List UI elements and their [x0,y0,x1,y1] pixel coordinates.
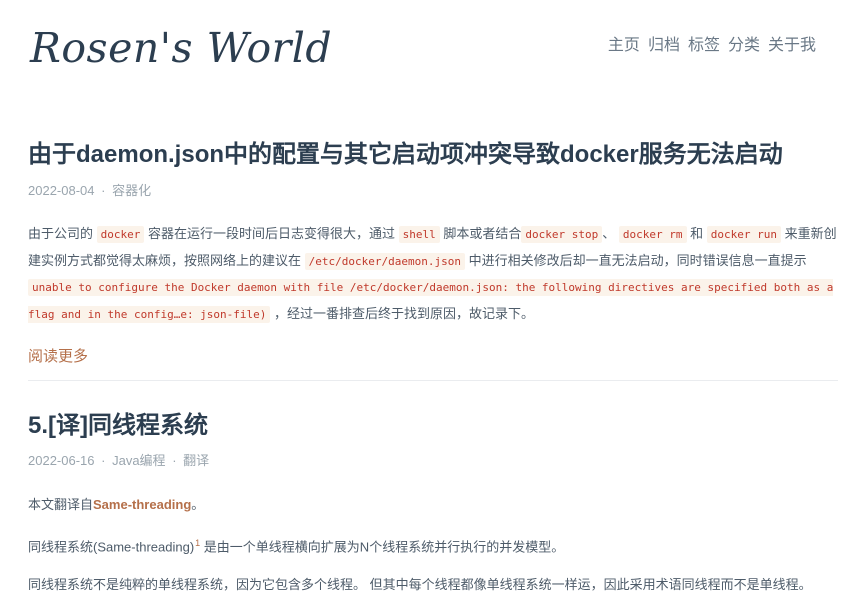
post-excerpt: 由于公司的 docker 容器在运行一段时间后日志变得很大，通过 shell 脚… [28,221,838,327]
post-title[interactable]: 5.[译]同线程系统 [28,409,838,443]
site-header: Rosen's World 主页 归档 标签 分类 关于我 [0,0,866,100]
post-item: 5.[译]同线程系统 2022-06-16 · Java编程 · 翻译 本文翻译… [28,409,838,591]
post-meta: 2022-06-16 · Java编程 · 翻译 [28,452,838,470]
source-link[interactable]: Same-threading [93,497,191,512]
post-item: 由于daemon.json中的配置与其它启动项冲突导致docker服务无法启动 … [28,138,838,366]
inline-code: docker stop [521,226,603,243]
post-divider [28,380,838,381]
paragraph-text: 。 [191,497,205,512]
post-date: 2022-08-04 [28,183,95,198]
nav-home[interactable]: 主页 [608,31,640,55]
inline-code: docker [96,226,145,243]
post-paragraph: 同线程系统(Same-threading)1 是由一个单线程横向扩展为N个线程系… [28,533,838,557]
meta-separator: · [172,453,177,468]
nav-about[interactable]: 关于我 [768,31,816,55]
excerpt-text: 容器在运行一段时间后日志变得很大，通过 [148,226,396,241]
post-paragraph: 同线程系统不是纯粹的单线程系统，因为它包含多个线程。 但其中每个线程都像单线程系… [28,577,812,591]
nav-tags[interactable]: 标签 [688,31,720,55]
site-logo[interactable]: Rosen's World [30,24,332,72]
post-category[interactable]: 容器化 [112,183,151,198]
excerpt-text: 、 [602,226,616,241]
paragraph-text: 是由一个单线程横向扩展为N个线程系统并行执行的并发模型。 [200,539,565,555]
read-more-link[interactable]: 阅读更多 [28,345,88,366]
excerpt-text: 中进行相关修改后却一直无法启动，同时错误信息一直提示 [468,252,807,268]
meta-separator: · [101,183,106,198]
excerpt-text: ，经过一番排查后终于找到原因，故记录下。 [274,305,535,321]
inline-code: shell [398,226,440,243]
inline-code: docker rm [618,226,687,243]
paragraph-text: 本文翻译自 [28,497,94,512]
meta-separator: · [101,453,106,468]
inline-code: /etc/docker/daemon.json [304,252,465,270]
post-date: 2022-06-16 [28,453,95,468]
post-meta: 2022-08-04 · 容器化 [28,182,838,200]
excerpt-text: 由于公司的 [28,226,94,241]
nav-archive[interactable]: 归档 [648,31,680,55]
paragraph-text: 同线程系统(Same-threading) [28,539,195,555]
excerpt-text: 脚本或者结合 [443,226,522,241]
post-title[interactable]: 由于daemon.json中的配置与其它启动项冲突导致docker服务无法启动 [28,138,838,172]
post-category[interactable]: Java编程 [112,453,165,468]
nav-categories[interactable]: 分类 [728,31,760,55]
excerpt-text: 和 [690,226,704,241]
inline-code: docker run [706,226,782,243]
post-list: 由于daemon.json中的配置与其它启动项冲突导致docker服务无法启动 … [28,138,838,591]
post-category[interactable]: 翻译 [183,453,209,468]
post-paragraph: 本文翻译自Same-threading。 [28,495,838,515]
main-nav: 主页 归档 标签 分类 关于我 [608,31,816,55]
